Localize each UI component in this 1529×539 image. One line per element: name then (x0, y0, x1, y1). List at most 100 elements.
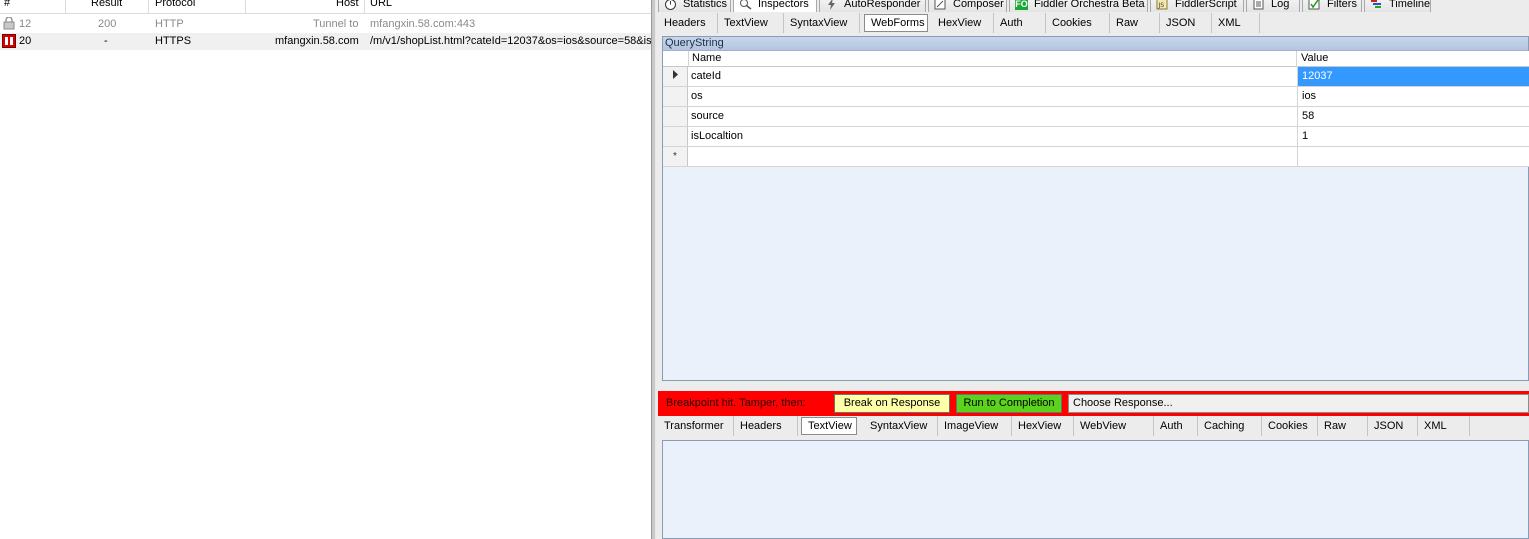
column-divider[interactable] (65, 0, 66, 14)
response-tab-xml[interactable]: XML (1418, 416, 1470, 436)
param-name[interactable]: source (691, 110, 724, 122)
session-result: 200 (98, 18, 117, 30)
column-header-result[interactable]: Result (91, 0, 122, 9)
request-tab-auth[interactable]: Auth (994, 13, 1046, 33)
response-textview[interactable] (662, 440, 1529, 539)
column-header-url[interactable]: URL (370, 0, 392, 9)
querystring-panel: QueryString Name Value cateId 12037 os i… (662, 36, 1529, 381)
tab-fiddlerscript[interactable]: JS FiddlerScript (1150, 0, 1244, 12)
response-tab-raw[interactable]: Raw (1318, 416, 1368, 436)
column-header-host[interactable]: Host (336, 0, 359, 9)
session-row[interactable]: 12 200 HTTP Tunnel to mfangxin.58.com:44… (0, 16, 651, 33)
param-name[interactable]: isLocaltion (691, 130, 743, 142)
response-tab-auth[interactable]: Auth (1154, 416, 1198, 436)
request-tab-json[interactable]: JSON (1160, 13, 1212, 33)
response-tab-transformer[interactable]: Transformer (658, 416, 734, 436)
session-url: /m/v1/shopList.html?cateId=12037&os=ios&… (370, 35, 651, 47)
response-tab-hexview[interactable]: HexView (1012, 416, 1074, 436)
request-tab-cookies[interactable]: Cookies (1046, 13, 1110, 33)
session-protocol: HTTPS (155, 35, 192, 47)
param-value[interactable]: 58 (1297, 107, 1529, 126)
request-tab-headers[interactable]: Headers (658, 13, 718, 33)
column-divider[interactable] (1296, 51, 1297, 67)
main-tab-strip: Statistics Inspectors AutoResponder Comp… (656, 0, 1529, 12)
querystring-row[interactable]: os ios (663, 87, 1529, 107)
querystring-row[interactable]: cateId 12037 (663, 67, 1529, 87)
column-divider[interactable] (245, 0, 246, 14)
row-header (663, 87, 688, 106)
response-tab-json[interactable]: JSON (1368, 416, 1418, 436)
column-header-value[interactable]: Value (1301, 52, 1328, 64)
stopwatch-icon (664, 0, 677, 10)
column-header-name[interactable]: Name (692, 52, 721, 64)
param-name[interactable]: os (691, 90, 703, 102)
request-tab-raw[interactable]: Raw (1110, 13, 1160, 33)
choose-response-select[interactable]: Choose Response... (1068, 394, 1529, 413)
tab-label: Inspectors (758, 0, 809, 10)
column-header-id[interactable]: # (4, 0, 10, 9)
querystring-title: QueryString (663, 37, 1528, 51)
tab-label: Composer (953, 0, 1004, 10)
column-divider (688, 51, 689, 67)
request-tab-strip: Headers TextView SyntaxView WebForms Hex… (658, 13, 1529, 33)
response-tab-webview[interactable]: WebView (1074, 416, 1154, 436)
param-value[interactable]: 1 (1297, 127, 1529, 146)
request-tab-syntaxview[interactable]: SyntaxView (784, 13, 860, 33)
tab-label: Log (1271, 0, 1290, 10)
tab-log[interactable]: Log (1246, 0, 1300, 12)
breakpoint-message: Breakpoint hit. Tamper, then: (666, 397, 806, 409)
response-tab-syntaxview[interactable]: SyntaxView (864, 416, 938, 436)
breakpoint-icon (2, 34, 16, 48)
querystring-new-row[interactable]: * (663, 147, 1529, 167)
inspector-pane: Statistics Inspectors AutoResponder Comp… (656, 0, 1529, 539)
response-tab-strip: Transformer Headers TextView SyntaxView … (658, 416, 1529, 436)
request-tab-hexview[interactable]: HexView (932, 13, 994, 33)
request-tab-xml[interactable]: XML (1212, 13, 1260, 33)
querystring-grid-header: Name Value (663, 51, 1529, 67)
session-result: - (104, 35, 108, 47)
session-host: mfangxin.58.com (275, 35, 359, 47)
tab-label: Timeline (1389, 0, 1431, 10)
param-value[interactable]: ios (1297, 87, 1529, 106)
tab-timeline[interactable]: Timeline (1364, 0, 1431, 12)
inspect-icon (739, 0, 752, 10)
break-on-response-button[interactable]: Break on Response (834, 394, 950, 413)
tab-filters[interactable]: Filters (1302, 0, 1362, 12)
response-tab-headers[interactable]: Headers (734, 416, 798, 436)
session-row-selected[interactable]: 20 - HTTPS mfangxin.58.com /m/v1/shopLis… (0, 33, 651, 50)
svg-text:JS: JS (1158, 2, 1165, 9)
tab-fiddler-orchestra[interactable]: FO Fiddler Orchestra Beta (1009, 0, 1148, 12)
session-list[interactable]: # Result Protocol Host URL 12 200 HTTP T… (0, 0, 651, 539)
row-header (663, 107, 688, 126)
request-tab-webforms[interactable]: WebForms (864, 14, 928, 32)
tab-statistics[interactable]: Statistics (658, 0, 731, 12)
session-host: Tunnel to (313, 18, 359, 30)
pencil-icon (934, 0, 947, 10)
querystring-row[interactable]: isLocaltion 1 (663, 127, 1529, 147)
param-name[interactable]: cateId (691, 70, 721, 82)
timeline-icon (1370, 0, 1383, 10)
run-to-completion-button[interactable]: Run to Completion (956, 394, 1062, 413)
column-divider[interactable] (364, 0, 365, 14)
breakpoint-bar: Breakpoint hit. Tamper, then: Break on R… (658, 391, 1529, 416)
tab-inspectors[interactable]: Inspectors (733, 0, 817, 12)
tab-autoresponder[interactable]: AutoResponder (819, 0, 926, 12)
fo-icon: FO (1015, 0, 1028, 10)
response-tab-caching[interactable]: Caching (1198, 416, 1262, 436)
tab-label: Statistics (683, 0, 728, 10)
column-header-protocol[interactable]: Protocol (155, 0, 195, 9)
response-tab-imageview[interactable]: ImageView (938, 416, 1012, 436)
column-divider[interactable] (148, 0, 149, 14)
tab-composer[interactable]: Composer (928, 0, 1007, 12)
response-tab-textview[interactable]: TextView (801, 417, 857, 435)
request-tab-textview[interactable]: TextView (718, 13, 784, 33)
session-protocol: HTTP (155, 18, 184, 30)
param-value[interactable]: 12037 (1297, 67, 1529, 86)
row-pointer-icon (663, 67, 688, 86)
session-url: mfangxin.58.com:443 (370, 18, 476, 30)
querystring-row[interactable]: source 58 (663, 107, 1529, 127)
param-value-empty[interactable] (1297, 147, 1529, 166)
session-id: 12 (19, 18, 32, 30)
lock-icon (3, 16, 15, 30)
response-tab-cookies[interactable]: Cookies (1262, 416, 1318, 436)
